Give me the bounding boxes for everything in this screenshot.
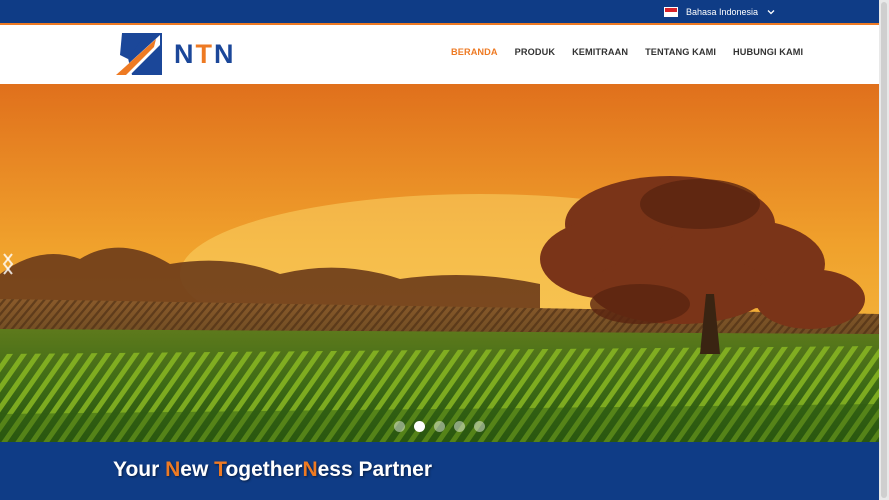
vineyard-sunset-image [0,84,879,442]
nav-item-produk[interactable]: PRODUK [515,47,555,57]
page-scrollbar[interactable] [879,0,889,500]
hero-slider [0,84,879,442]
top-bar: Bahasa Indonesia [0,0,879,23]
nav-item-tentang-kami[interactable]: TENTANG KAMI [645,47,716,57]
ntn-logo[interactable]: NTN [116,33,236,75]
logo-letter-t: T [195,38,214,69]
tagline-highlight: N [302,458,318,481]
slider-dot-5[interactable] [474,421,485,432]
scrollbar-thumb[interactable] [881,2,887,498]
logo-wordmark: NTN [174,39,236,70]
slider-next-icon[interactable] [0,252,16,276]
slider-dot-3[interactable] [434,421,445,432]
tagline-part: Your [113,458,166,481]
chevron-down-icon [767,10,775,15]
slider-dot-2[interactable] [414,421,425,432]
nav-item-hubungi-kami[interactable]: HUBUNGI KAMI [733,47,803,57]
slider-dot-4[interactable] [454,421,465,432]
slider-dot-1[interactable] [394,421,405,432]
tagline-part: ew [180,458,215,481]
language-label: Bahasa Indonesia [686,7,759,17]
logo-letter-n1: N [174,38,196,69]
tagline-banner: Your New TogetherNess Partner [0,442,879,500]
tagline-highlight: T [214,458,226,481]
tagline-highlight: N [165,458,181,481]
language-selector[interactable]: Bahasa Indonesia [664,5,776,19]
nav-item-beranda[interactable]: BERANDA [451,47,498,57]
nav-item-kemitraan[interactable]: KEMITRAAN [572,47,628,57]
site-header: NTN BERANDA PRODUK KEMITRAAN TENTANG KAM… [0,25,879,85]
tagline-part: ess Partner [317,458,433,481]
indonesia-flag-icon [664,7,678,17]
tagline: Your New TogetherNess Partner [113,458,432,482]
tagline-part: ogether [225,458,303,481]
logo-mark-icon [116,33,162,75]
logo-letter-n2: N [214,38,236,69]
main-nav: BERANDA PRODUK KEMITRAAN TENTANG KAMI HU… [451,47,803,57]
slider-dots [394,421,485,432]
